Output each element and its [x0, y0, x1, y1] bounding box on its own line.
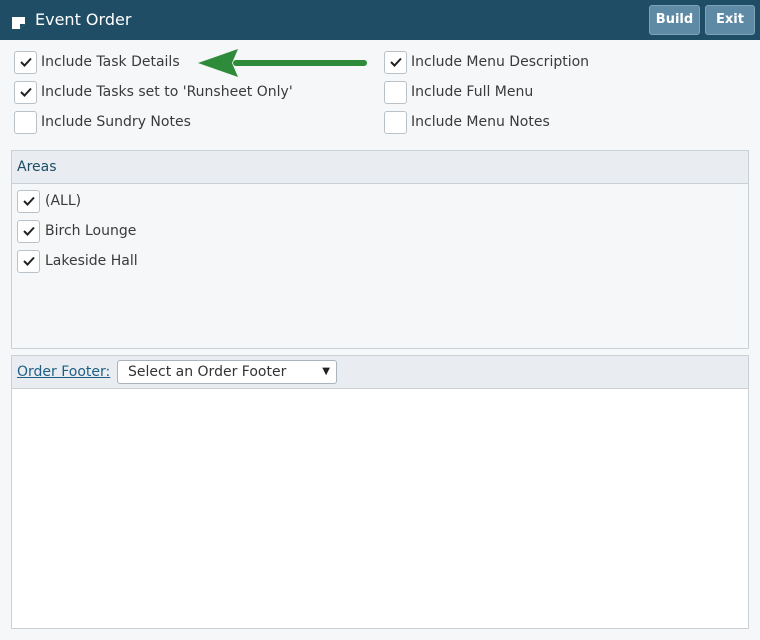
order-footer-panel: Order Footer: Select an Order Footer ▼: [11, 355, 749, 629]
area-lakeside-hall-checkbox[interactable]: [17, 249, 40, 273]
option-label: Include Sundry Notes: [41, 114, 191, 130]
areas-panel: Areas (ALL) Birch Lounge Lakeside Hall: [11, 150, 749, 349]
option-include-menu-description[interactable]: Include Menu Description: [384, 50, 589, 74]
include-menu-notes-checkbox[interactable]: [384, 110, 407, 134]
area-label: Lakeside Hall: [45, 253, 138, 269]
checkmark-icon: [19, 57, 32, 67]
option-include-full-menu[interactable]: Include Full Menu: [384, 80, 533, 104]
area-birch-lounge-checkbox[interactable]: [17, 219, 40, 243]
include-task-details-checkbox[interactable]: [14, 50, 37, 74]
area-label: (ALL): [45, 193, 82, 209]
area-all-checkbox[interactable]: [17, 189, 40, 213]
option-label: Include Full Menu: [411, 84, 534, 100]
order-footer-select[interactable]: Select an Order Footer ▼: [117, 360, 337, 384]
checkmark-icon: [22, 226, 35, 236]
order-footer-content[interactable]: [12, 389, 748, 628]
option-include-runsheet-tasks[interactable]: Include Tasks set to 'Runsheet Only': [14, 80, 293, 104]
option-include-task-details[interactable]: Include Task Details: [14, 50, 180, 74]
order-footer-link[interactable]: Order Footer:: [17, 364, 110, 380]
include-sundry-notes-checkbox[interactable]: [14, 110, 37, 134]
checkmark-icon: [22, 196, 35, 206]
option-include-sundry-notes[interactable]: Include Sundry Notes: [14, 110, 191, 134]
area-item-lakeside-hall[interactable]: Lakeside Hall: [17, 249, 138, 273]
areas-header: Areas: [12, 151, 748, 184]
window-title: Event Order: [35, 10, 132, 29]
checkmark-icon: [19, 87, 32, 97]
build-button[interactable]: Build: [649, 5, 700, 35]
annotation-arrow: [198, 49, 367, 77]
option-label: Include Task Details: [41, 54, 180, 70]
areas-title: Areas: [17, 159, 57, 175]
include-full-menu-checkbox[interactable]: [384, 80, 407, 104]
option-label: Include Menu Description: [411, 54, 590, 70]
checkmark-icon: [389, 57, 402, 67]
dropdown-caret-icon: ▼: [322, 366, 330, 377]
checkmark-icon: [22, 256, 35, 266]
exit-button[interactable]: Exit: [705, 5, 755, 35]
note-icon: [12, 14, 25, 29]
order-footer-select-value: Select an Order Footer: [128, 364, 287, 380]
include-menu-description-checkbox[interactable]: [384, 50, 407, 74]
option-label: Include Menu Notes: [411, 114, 550, 130]
area-item-all[interactable]: (ALL): [17, 189, 81, 213]
title-bar: Event Order Build Exit: [0, 0, 760, 40]
order-footer-header: Order Footer: Select an Order Footer ▼: [12, 356, 748, 389]
area-item-birch-lounge[interactable]: Birch Lounge: [17, 219, 136, 243]
option-label: Include Tasks set to 'Runsheet Only': [41, 84, 293, 100]
include-runsheet-tasks-checkbox[interactable]: [14, 80, 37, 104]
area-label: Birch Lounge: [45, 223, 137, 239]
option-include-menu-notes[interactable]: Include Menu Notes: [384, 110, 550, 134]
